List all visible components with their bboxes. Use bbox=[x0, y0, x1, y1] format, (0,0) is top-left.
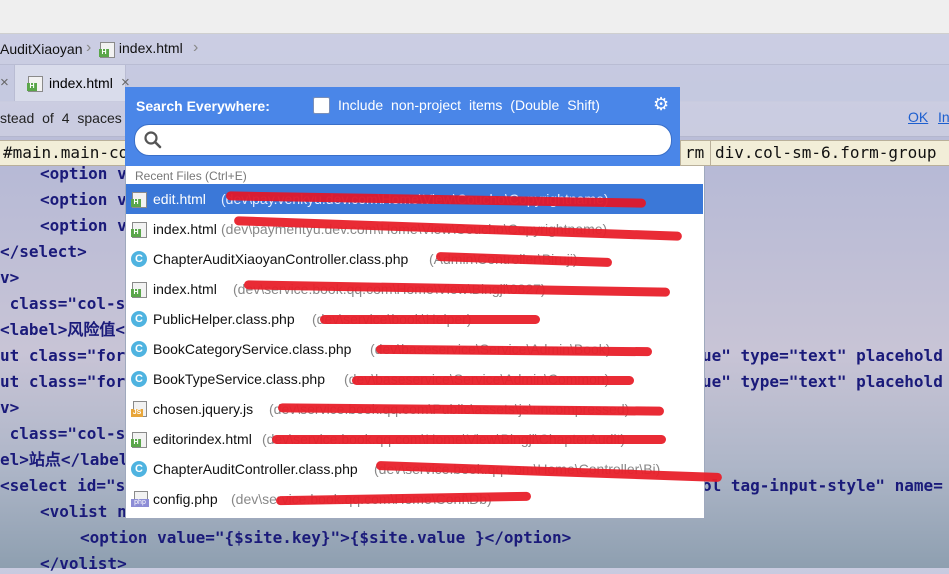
redaction-scribble bbox=[320, 315, 540, 324]
code-line: </volist> bbox=[40, 554, 127, 573]
close-icon[interactable]: × bbox=[0, 74, 9, 91]
code-line-tail: ue" type="text" placehold bbox=[702, 372, 943, 391]
list-item[interactable]: JS chosen.jquery.js (dev\service.book.qq… bbox=[126, 394, 703, 424]
code-line: <option v bbox=[40, 190, 127, 209]
list-item[interactable]: H editorindex.html (dev\service.book.qq.… bbox=[126, 424, 703, 454]
in-link[interactable]: In bbox=[938, 109, 949, 125]
recent-files-label: Recent Files (Ctrl+E) bbox=[135, 169, 247, 183]
file-name: index.html bbox=[153, 281, 217, 297]
include-non-project-checkbox[interactable] bbox=[313, 97, 330, 114]
html-file-icon: H bbox=[131, 281, 147, 298]
breadcrumb-item-label: index.html bbox=[118, 40, 183, 56]
file-name: index.html bbox=[153, 221, 217, 237]
code-line: v> bbox=[0, 398, 20, 417]
breadcrumb-item-auditxiaoyan[interactable]: AuditXiaoyan bbox=[0, 41, 83, 57]
file-name: ChapterAuditController.class.php bbox=[153, 461, 358, 477]
file-name: config.php bbox=[153, 491, 218, 507]
html-file-icon: H bbox=[99, 41, 115, 59]
code-line: <volist n bbox=[40, 502, 127, 521]
tab-index-html[interactable]: H index.html × bbox=[14, 65, 130, 101]
recent-files-list: Recent Files (Ctrl+E) H edit.html (dev\p… bbox=[125, 166, 723, 519]
html-file-icon: H bbox=[131, 431, 147, 448]
file-name: PublicHelper.class.php bbox=[153, 311, 295, 327]
search-everywhere-popup: Search Everywhere: Include non-project i… bbox=[125, 87, 723, 519]
code-line: <option value="{$site.key}">{$site.value… bbox=[80, 528, 572, 547]
redaction-scribble bbox=[352, 376, 634, 385]
list-item[interactable]: H index.html (dev\service.book.qq.com\Ho… bbox=[126, 274, 703, 304]
html-file-icon: H bbox=[131, 221, 147, 238]
list-item[interactable]: H index.html (dev\paymentyu.dev.com\Home… bbox=[126, 214, 703, 244]
js-file-icon: JS bbox=[131, 401, 147, 417]
code-line: class="col-s bbox=[0, 294, 126, 313]
list-item[interactable]: C BookCategoryService.class.php (dev\bas… bbox=[126, 334, 703, 364]
php-file-icon: php bbox=[131, 491, 149, 507]
list-item[interactable]: H edit.html (dev\pay.venkyu.dev.com\Home… bbox=[126, 184, 703, 214]
code-line: <option v bbox=[40, 164, 127, 183]
list-item[interactable]: php config.php (dev\service.book.qq.com\… bbox=[126, 484, 703, 514]
class-icon: C bbox=[131, 341, 147, 357]
class-icon: C bbox=[131, 251, 147, 267]
breadcrumb-item-index[interactable]: H index.html bbox=[99, 40, 183, 59]
class-icon: C bbox=[131, 311, 147, 327]
gear-icon[interactable]: ⚙ bbox=[653, 94, 669, 115]
include-non-project-label[interactable]: Include non-project items (Double Shift) bbox=[338, 97, 600, 113]
code-line: class="col-s bbox=[0, 424, 126, 443]
html-file-icon: H bbox=[131, 191, 147, 208]
popup-title: Search Everywhere: bbox=[136, 98, 270, 114]
html-file-icon: H bbox=[27, 75, 43, 92]
popup-header: Search Everywhere: Include non-project i… bbox=[125, 87, 680, 166]
tab-label: index.html bbox=[49, 75, 113, 91]
list-item[interactable]: C PublicHelper.class.php (dev\service\bo… bbox=[126, 304, 703, 334]
search-icon bbox=[144, 131, 162, 149]
code-line-tail: ue" type="text" placehold bbox=[702, 346, 943, 365]
code-line: ut class="for bbox=[0, 346, 126, 365]
file-name: edit.html bbox=[153, 191, 206, 207]
file-name: BookTypeService.class.php bbox=[153, 371, 325, 387]
redaction-scribble bbox=[272, 435, 666, 444]
breadcrumb: AuditXiaoyan › H index.html › bbox=[0, 34, 949, 64]
window-title-bar bbox=[0, 0, 949, 34]
file-name: chosen.jquery.js bbox=[153, 401, 254, 417]
list-item[interactable]: C ChapterAuditXiaoyanController.class.ph… bbox=[126, 244, 703, 274]
class-icon: C bbox=[131, 371, 147, 387]
breadcrumb-separator: › bbox=[193, 39, 199, 56]
code-line: <select id="s bbox=[0, 476, 126, 495]
ok-link[interactable]: OK bbox=[908, 109, 928, 125]
code-line-tail: ol tag-input-style" name= bbox=[702, 476, 943, 495]
search-input[interactable] bbox=[134, 124, 672, 156]
list-item[interactable]: C ChapterAuditController.class.php (dev\… bbox=[126, 454, 723, 484]
notification-text: stead of 4 spaces bbox=[0, 110, 122, 126]
code-line: <label>风险值< bbox=[0, 320, 126, 339]
file-name: BookCategoryService.class.php bbox=[153, 341, 352, 357]
file-name: ChapterAuditXiaoyanController.class.php bbox=[153, 251, 409, 267]
code-line: </select> bbox=[0, 242, 87, 261]
code-line: el>站点</label bbox=[0, 450, 129, 469]
code-line: <option v bbox=[40, 216, 127, 235]
class-icon: C bbox=[131, 461, 147, 477]
code-line: ut class="for bbox=[0, 372, 126, 391]
code-line: v> bbox=[0, 268, 20, 287]
breadcrumb-separator: › bbox=[86, 39, 92, 56]
file-name: editorindex.html bbox=[153, 431, 252, 447]
list-item[interactable]: C BookTypeService.class.php (dev\baseser… bbox=[126, 364, 703, 394]
